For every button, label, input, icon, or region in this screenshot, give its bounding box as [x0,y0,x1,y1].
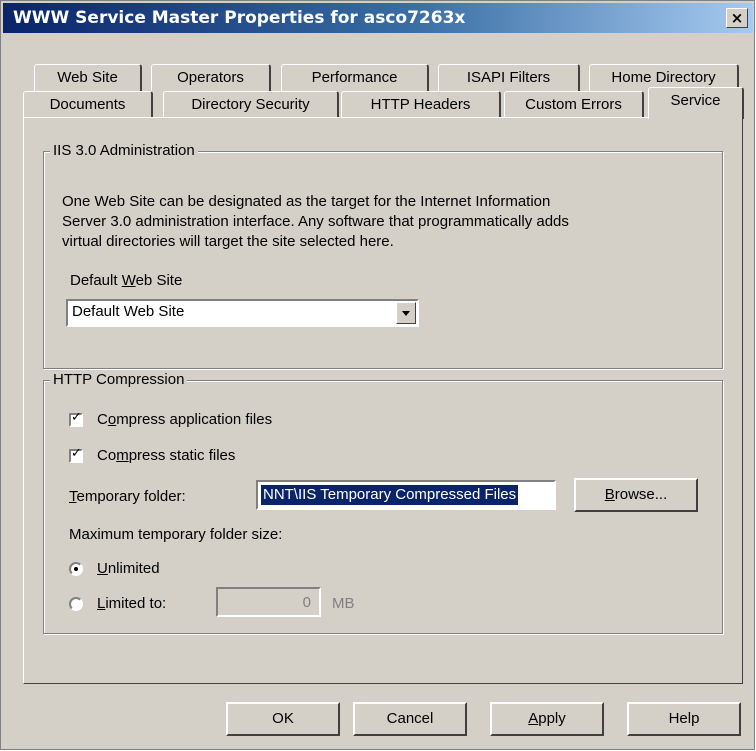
iis-admin-legend: IIS 3.0 Administration [50,142,198,159]
browse-button[interactable]: Browse... [574,478,698,512]
title-bar[interactable]: WWW Service Master Properties for asco72… [3,3,753,33]
unlimited-label[interactable]: Unlimited [97,560,160,577]
cancel-button[interactable]: Cancel [353,702,467,736]
limit-unit-label: MB [332,595,355,612]
compress-static-files-checkbox[interactable]: ✓ [69,446,83,463]
close-icon: × [730,9,744,27]
checkmark-icon: ✓ [71,410,82,425]
temporary-folder-label: Temporary folder: [69,488,186,505]
compress-app-files-label[interactable]: Compress application files [97,411,272,428]
default-web-site-value: Default Web Site [72,303,185,320]
http-compression-legend: HTTP Compression [50,371,188,388]
iis-admin-description: One Web Site can be designated as the ta… [62,193,569,250]
tab-operators[interactable]: Operators [151,64,271,91]
limit-size-input[interactable]: 0 [216,587,321,617]
tab-service[interactable]: Service [648,87,744,119]
iis-admin-group: IIS 3.0 Administration One Web Site can … [43,142,723,369]
properties-dialog: WWW Service Master Properties for asco72… [0,0,755,750]
help-button[interactable]: Help [627,702,741,736]
checkmark-icon: ✓ [71,446,82,461]
limited-to-radio[interactable] [69,597,83,611]
compress-app-files-checkbox[interactable]: ✓ [69,410,83,427]
tab-documents[interactable]: Documents [23,91,153,118]
window-title: WWW Service Master Properties for asco72… [13,8,466,28]
temporary-folder-input[interactable]: NNT\IIS Temporary Compressed Files [256,480,556,510]
compress-static-files-label[interactable]: Compress static files [97,447,235,464]
temporary-folder-value: NNT\IIS Temporary Compressed Files [261,485,519,505]
tab-directory-security[interactable]: Directory Security [163,91,339,118]
close-button[interactable]: × [726,8,748,28]
default-web-site-select[interactable]: Default Web Site [66,299,419,327]
tab-isapi-filters[interactable]: ISAPI Filters [438,64,580,91]
max-folder-size-label: Maximum temporary folder size: [69,526,283,543]
apply-button[interactable]: Apply [490,702,604,736]
default-web-site-label: Default Web Site [70,272,183,289]
tab-custom-errors[interactable]: Custom Errors [504,91,644,118]
ok-button[interactable]: OK [226,702,340,736]
limit-size-value: 0 [302,594,311,611]
limited-to-label[interactable]: Limited to: [97,595,166,612]
unlimited-radio[interactable] [69,562,83,576]
chevron-down-icon[interactable] [396,302,416,324]
tab-web-site[interactable]: Web Site [34,64,142,91]
http-compression-group: HTTP Compression ✓ Compress application … [43,371,723,634]
tab-performance[interactable]: Performance [281,64,429,91]
service-tab-panel: IIS 3.0 Administration One Web Site can … [23,117,743,684]
tab-http-headers[interactable]: HTTP Headers [341,91,501,118]
